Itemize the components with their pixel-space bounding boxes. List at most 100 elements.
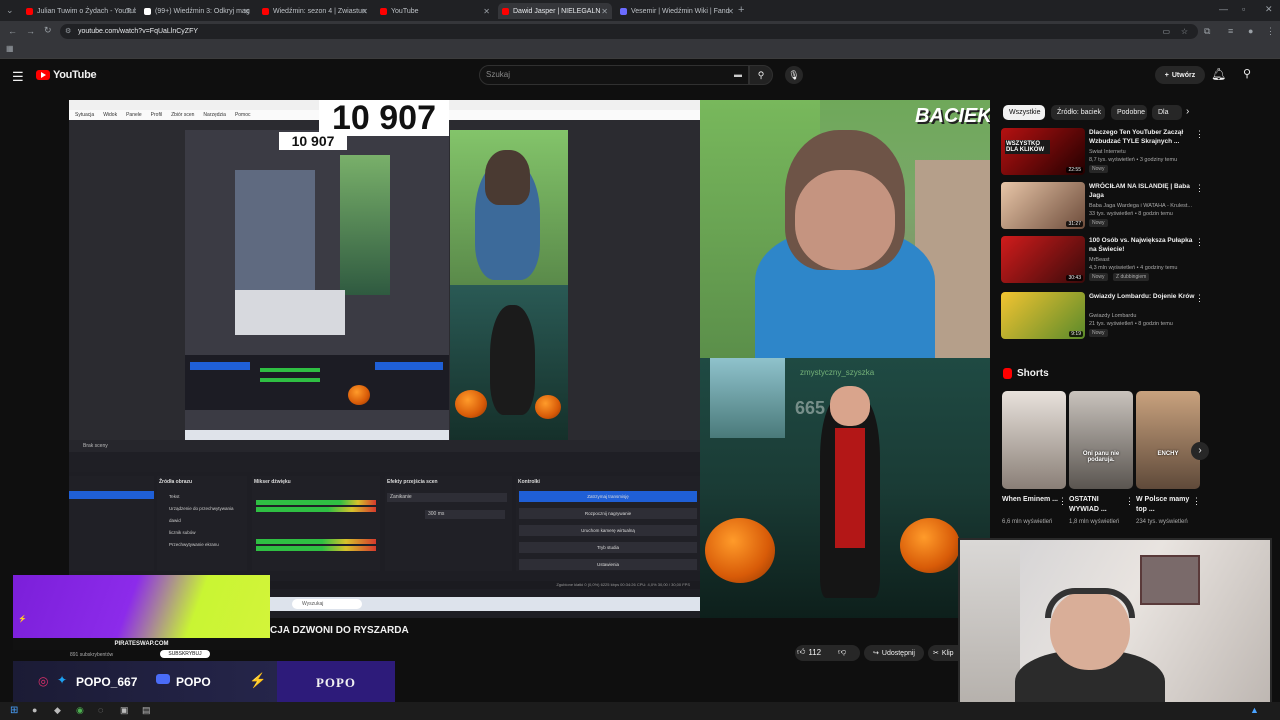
short-thumbnail[interactable]: ENCHY: [1136, 391, 1200, 489]
notifications-icon[interactable]: 🔔︎: [1211, 67, 1226, 81]
video-title[interactable]: Dlaczego Ten YouTuber Zaczął Wzbudzać TY…: [1089, 128, 1195, 146]
tray-icon[interactable]: ▲: [1250, 705, 1259, 715]
bookmarks-bar: ▦: [0, 41, 1280, 59]
more-actions-icon[interactable]: ⋮: [1195, 183, 1204, 194]
channel-name[interactable]: Świat Internetu: [1089, 149, 1199, 155]
video-player[interactable]: Sytuacja Widok Panele Profil Zbiór scen Narzę…: [69, 100, 990, 618]
apps-icon[interactable]: ▦: [6, 44, 14, 53]
tab-close-icon[interactable]: ✕: [361, 7, 368, 16]
video-thumbnail[interactable]: 30:43: [1001, 236, 1085, 283]
account-icon[interactable]: ⚲: [1243, 67, 1251, 80]
more-actions-icon[interactable]: ⋮: [1195, 293, 1204, 304]
site-info-icon[interactable]: ⚙: [65, 24, 71, 39]
obs-duration-field[interactable]: 300 ms: [425, 510, 505, 519]
video-thumbnail[interactable]: WSZYSTKO DLA KLIKÓW 22:55: [1001, 128, 1085, 175]
obs-transition-select[interactable]: Zanikanie: [387, 493, 507, 502]
channel-name[interactable]: MrBeast: [1089, 257, 1199, 263]
filter-chip[interactable]: Podobne: [1111, 105, 1147, 120]
recommended-video[interactable]: 9:19 Gwiazdy Lombardu: Dojenie Krów Gwiazd…: [1001, 292, 1204, 342]
like-count: 112: [808, 647, 822, 657]
short-more-icon[interactable]: ⋮: [1125, 496, 1134, 507]
channel-name[interactable]: Gwiazdy Lombardu: [1089, 313, 1199, 319]
tab-close-icon[interactable]: ✕: [601, 7, 608, 16]
taskbar-chrome-icon[interactable]: ◉: [76, 705, 84, 716]
more-actions-icon[interactable]: ⋮: [1195, 237, 1204, 248]
channel-name[interactable]: Baba Jaga Wardega i WATAHA - Krulest...: [1089, 203, 1199, 209]
reload-icon[interactable]: ↻: [44, 25, 52, 36]
youtube-logo[interactable]: YouTube: [36, 69, 97, 81]
filter-chip[interactable]: Źródło: baciek: [1051, 105, 1105, 120]
short-thumbnail[interactable]: [1002, 391, 1066, 489]
short-more-icon[interactable]: ⋮: [1192, 496, 1201, 507]
taskbar-app-4-icon[interactable]: ▣: [120, 705, 129, 716]
extensions-icon[interactable]: ⧉: [1204, 26, 1210, 37]
streamer-cam: BACIEK: [700, 100, 990, 358]
search-icon: ⚲: [757, 69, 765, 80]
back-icon[interactable]: ←: [8, 26, 17, 36]
chips-next-icon[interactable]: ›: [1186, 106, 1189, 117]
create-button[interactable]: + Utwórz: [1155, 66, 1205, 84]
maximize-icon[interactable]: ▫: [1242, 4, 1245, 14]
tab-favicon-icon: [262, 7, 269, 15]
tab-close-icon[interactable]: ✕: [125, 7, 132, 16]
browser-tab[interactable]: YouTube ✕: [376, 3, 494, 19]
forward-icon[interactable]: →: [26, 26, 35, 36]
taskbar-app-3-icon[interactable]: ◌: [98, 705, 103, 715]
browser-tab[interactable]: Dawid Jasper | NIELEGALN ✕: [498, 3, 612, 19]
browser-tab[interactable]: Julian Tuwim o Żydach - YouTub ✕: [22, 3, 136, 19]
search-input[interactable]: Szukaj ▬: [479, 65, 749, 85]
keyboard-icon[interactable]: ▬: [734, 66, 742, 84]
search-button[interactable]: ⚲: [749, 65, 773, 85]
social-left: ◎ ✦ POPO_667 POPO ⚡: [13, 661, 277, 705]
tab-favicon-icon: [380, 7, 387, 15]
browser-tab[interactable]: Vesemir | Wiedźmin Wiki | Fand ✕: [616, 3, 738, 19]
video-title[interactable]: 100 Osób vs. Największa Pułapka na Świec…: [1089, 236, 1195, 254]
video-duration: 22:55: [1066, 167, 1083, 173]
media-icon[interactable]: ≡: [1228, 26, 1233, 36]
taskbar-app-1-icon[interactable]: ●: [32, 705, 37, 715]
menu-icon[interactable]: ⋮: [1266, 26, 1275, 37]
filter-chip[interactable]: Dla: [1152, 105, 1182, 120]
dislike-button[interactable]: 👎︎: [838, 647, 846, 657]
share-button[interactable]: ↪ Udostępnij: [864, 645, 924, 661]
short-title[interactable]: When Eminem ...: [1002, 495, 1060, 505]
voice-search-button[interactable]: 🎙︎: [785, 66, 803, 84]
more-actions-icon[interactable]: ⋮: [1195, 129, 1204, 140]
taskbar-app-2-icon[interactable]: ◆: [54, 705, 61, 716]
video-title[interactable]: WRÓCIŁAM NA ISLANDIĘ | Baba Jaga: [1089, 182, 1195, 200]
tab-search-icon[interactable]: ⌄: [6, 5, 14, 16]
video-thumbnail[interactable]: 9:19: [1001, 292, 1085, 339]
obs-source-item: Tekst: [169, 494, 180, 499]
tab-close-icon[interactable]: ✕: [243, 7, 250, 16]
video-title[interactable]: Gwiazdy Lombardu: Dojenie Krów: [1089, 292, 1195, 301]
recommended-video[interactable]: WSZYSTKO DLA KLIKÓW 22:55 Dlaczego Ten You…: [1001, 128, 1204, 178]
minimize-icon[interactable]: —: [1219, 4, 1228, 14]
short-more-icon[interactable]: ⋮: [1058, 496, 1067, 507]
short-title[interactable]: W Polsce mamy top ...: [1136, 495, 1194, 515]
tab-close-icon[interactable]: ✕: [727, 7, 734, 16]
cam-overlay-number: 665: [795, 398, 826, 418]
new-tab-icon[interactable]: +: [738, 4, 744, 16]
browser-tab[interactable]: (99+) Wiedźmin 3: Odkryj mag ✕: [140, 3, 254, 19]
short-thumbnail[interactable]: Oni panu nie podaruja.: [1069, 391, 1133, 489]
hamburger-menu-icon[interactable]: ☰: [12, 69, 24, 85]
recommended-video[interactable]: 30:43 100 Osób vs. Największa Pułapka na …: [1001, 236, 1204, 286]
short-title[interactable]: OSTATNI WYWIAD ...: [1069, 495, 1127, 515]
cast-icon[interactable]: ▭: [1162, 24, 1170, 39]
youtube-play-icon: [36, 70, 50, 80]
close-window-icon[interactable]: ✕: [1265, 4, 1273, 15]
shorts-next-button[interactable]: ›: [1191, 442, 1209, 460]
taskbar-app-5-icon[interactable]: ▤: [142, 705, 151, 716]
windows-start-icon[interactable]: ⊞: [10, 705, 18, 716]
profile-icon[interactable]: ●: [1248, 26, 1253, 36]
browser-tab[interactable]: Wiedźmin: sezon 4 | Zwiastun ✕: [258, 3, 372, 19]
filter-chip[interactable]: Wszystkie: [1003, 105, 1045, 120]
dubbing-badge: Z dubbingiem: [1113, 273, 1150, 281]
bookmark-star-icon[interactable]: ☆: [1181, 24, 1188, 39]
video-thumbnail[interactable]: 31:27: [1001, 182, 1085, 229]
recommended-video[interactable]: 31:27 WRÓCIŁAM NA ISLANDIĘ | Baba Jaga Bab…: [1001, 182, 1204, 232]
tab-close-icon[interactable]: ✕: [483, 7, 490, 16]
like-button[interactable]: 👍︎ 112: [797, 647, 821, 657]
short-caption: ENCHY: [1157, 451, 1179, 457]
address-bar[interactable]: ⚙ youtube.com/watch?v=FqUaLlnCyZFY ▭ ☆: [60, 24, 1198, 39]
